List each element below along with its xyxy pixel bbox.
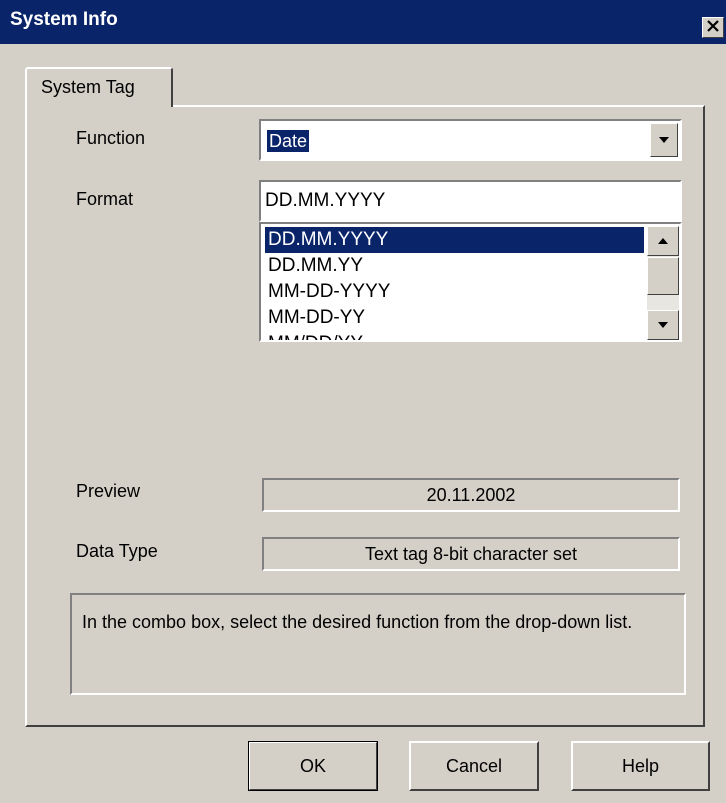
- chevron-up-icon: [657, 232, 669, 250]
- chevron-down-icon: [658, 131, 670, 149]
- format-input[interactable]: [259, 180, 682, 222]
- title-bar[interactable]: System Info: [0, 0, 726, 44]
- cancel-button[interactable]: Cancel: [409, 741, 539, 791]
- format-label: Format: [76, 189, 134, 209]
- close-button[interactable]: [702, 17, 724, 38]
- scrollbar-thumb[interactable]: [647, 257, 679, 295]
- function-label: Function: [76, 128, 146, 148]
- function-combobox[interactable]: Date: [259, 119, 682, 161]
- data-type-value: Text tag 8-bit character set: [262, 537, 680, 571]
- format-option[interactable]: MM-DD-YYYY: [265, 279, 393, 305]
- help-text: In the combo box, select the desired fun…: [82, 612, 633, 632]
- system-info-dialog: System Info System Tag Function Date For…: [0, 0, 726, 803]
- close-icon: [707, 19, 719, 37]
- format-option[interactable]: MM-DD-YY: [265, 305, 368, 331]
- function-dropdown-button[interactable]: [650, 123, 678, 157]
- preview-label: Preview: [76, 481, 141, 501]
- chevron-down-icon: [657, 316, 669, 334]
- scroll-up-button[interactable]: [647, 226, 679, 256]
- tab-system-tag[interactable]: System Tag: [25, 67, 173, 107]
- tab-label: System Tag: [41, 77, 135, 97]
- help-button[interactable]: Help: [571, 741, 710, 791]
- ok-button[interactable]: OK: [248, 741, 378, 791]
- format-option[interactable]: MM/DD/YY: [265, 331, 366, 340]
- data-type-label: Data Type: [76, 541, 158, 561]
- format-listbox-scrollbar[interactable]: [647, 226, 679, 340]
- format-option[interactable]: DD.MM.YY: [265, 253, 366, 279]
- format-listbox[interactable]: DD.MM.YYYY DD.MM.YY MM-DD-YYYY MM-DD-YY …: [259, 222, 682, 342]
- scroll-down-button[interactable]: [647, 310, 679, 340]
- function-selected-value: Date: [267, 130, 310, 152]
- format-option[interactable]: DD.MM.YYYY: [265, 227, 644, 253]
- window-title: System Info: [10, 9, 118, 30]
- preview-value: 20.11.2002: [262, 478, 680, 512]
- help-text-box: In the combo box, select the desired fun…: [70, 593, 686, 695]
